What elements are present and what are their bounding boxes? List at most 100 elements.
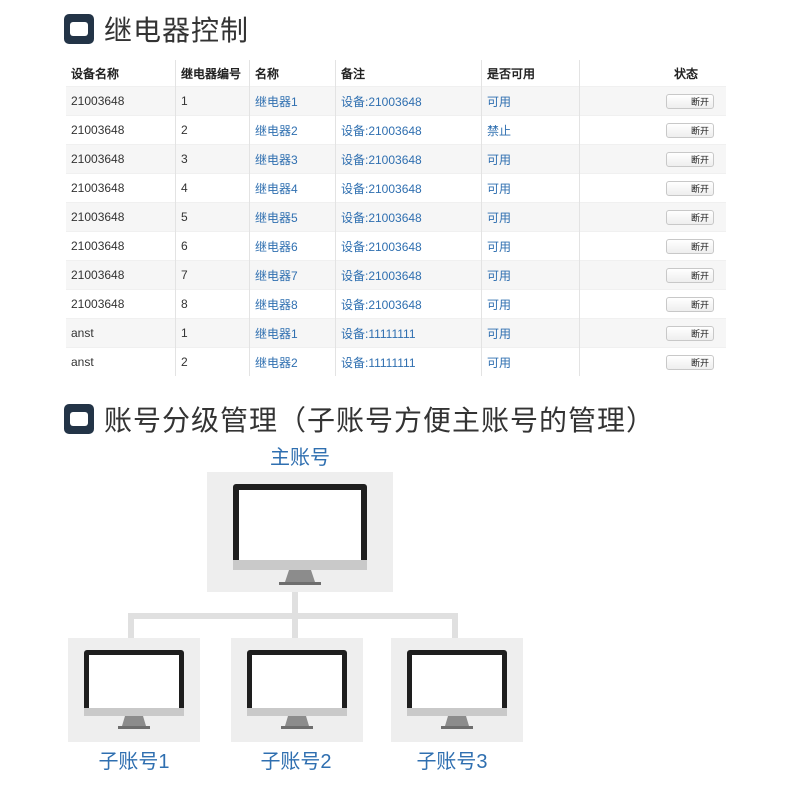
cell-available[interactable]: 可用 — [481, 231, 580, 261]
table-header-row: 设备名称 继电器编号 名称 备注 是否可用 状态 — [66, 60, 726, 87]
cell-device: 21003648 — [66, 86, 176, 116]
monitor-icon — [84, 650, 184, 729]
cell-remark[interactable]: 设备:21003648 — [335, 173, 482, 203]
cell-available[interactable]: 可用 — [481, 260, 580, 290]
cell-available[interactable]: 可用 — [481, 347, 580, 376]
column-header-status: 状态 — [673, 66, 698, 81]
cell-device: 21003648 — [66, 202, 176, 232]
cell-device: 21003648 — [66, 260, 176, 290]
cell-status: 断开 — [579, 202, 726, 232]
monitor-icon — [247, 650, 347, 729]
disconnect-button[interactable]: 断开 — [666, 151, 714, 167]
cell-available[interactable]: 可用 — [481, 289, 580, 319]
sub-account-label-2: 子账号2 — [260, 751, 332, 773]
cell-device: 21003648 — [66, 231, 176, 261]
cell-relay-name[interactable]: 继电器2 — [249, 347, 336, 376]
cell-relay-name[interactable]: 继电器4 — [249, 173, 336, 203]
cell-number: 1 — [175, 318, 250, 348]
sub-account-panel-3 — [391, 638, 523, 742]
account-section-heading: 账号分级管理（子账号方便主账号的管理） — [104, 405, 656, 436]
sub-account-label-3: 子账号3 — [416, 751, 488, 773]
disconnect-button[interactable]: 断开 — [666, 93, 714, 109]
table-row: anst 2 继电器2 设备:11111111 可用 断开 — [66, 347, 726, 376]
cell-remark[interactable]: 设备:11111111 — [335, 318, 482, 348]
disconnect-button[interactable]: 断开 — [666, 296, 714, 312]
cell-remark[interactable]: 设备:21003648 — [335, 86, 482, 116]
sub-account-panel-2 — [231, 638, 363, 742]
cell-number: 7 — [175, 260, 250, 290]
cell-device: 21003648 — [66, 144, 176, 174]
cell-number: 5 — [175, 202, 250, 232]
cell-relay-name[interactable]: 继电器8 — [249, 289, 336, 319]
cell-status: 断开 — [579, 347, 726, 376]
cell-number: 6 — [175, 231, 250, 261]
cell-relay-name[interactable]: 继电器3 — [249, 144, 336, 174]
cell-available[interactable]: 可用 — [481, 318, 580, 348]
folder-icon — [64, 14, 94, 44]
table-row: anst 1 继电器1 设备:11111111 可用 断开 — [66, 318, 726, 348]
cell-relay-name[interactable]: 继电器7 — [249, 260, 336, 290]
cell-number: 2 — [175, 347, 250, 376]
cell-remark[interactable]: 设备:11111111 — [335, 347, 482, 376]
column-header-name: 名称 — [249, 60, 336, 87]
cell-status: 断开 — [579, 231, 726, 261]
cell-available[interactable]: 可用 — [481, 173, 580, 203]
table-row: 21003648 1 继电器1 设备:21003648 可用 断开 — [66, 86, 726, 116]
cell-available[interactable]: 可用 — [481, 86, 580, 116]
monitor-icon — [407, 650, 507, 729]
column-header-number: 继电器编号 — [175, 60, 250, 87]
sub-account-label-1: 子账号1 — [98, 751, 170, 773]
cell-status: 断开 — [579, 115, 726, 145]
cell-remark[interactable]: 设备:21003648 — [335, 202, 482, 232]
cell-device: 21003648 — [66, 289, 176, 319]
cell-device: anst — [66, 318, 176, 348]
table-row: 21003648 5 继电器5 设备:21003648 可用 断开 — [66, 202, 726, 232]
monitor-icon — [233, 484, 367, 585]
table-row: 21003648 3 继电器3 设备:21003648 可用 断开 — [66, 144, 726, 174]
cell-available[interactable]: 可用 — [481, 144, 580, 174]
column-header-device: 设备名称 — [66, 60, 176, 87]
cell-remark[interactable]: 设备:21003648 — [335, 115, 482, 145]
disconnect-button[interactable]: 断开 — [666, 180, 714, 196]
cell-device: 21003648 — [66, 173, 176, 203]
cell-relay-name[interactable]: 继电器2 — [249, 115, 336, 145]
disconnect-button[interactable]: 断开 — [666, 325, 714, 341]
cell-number: 8 — [175, 289, 250, 319]
cell-relay-name[interactable]: 继电器6 — [249, 231, 336, 261]
account-section-title: 账号分级管理（子账号方便主账号的管理） — [64, 399, 655, 439]
cell-device: 21003648 — [66, 115, 176, 145]
cell-available[interactable]: 可用 — [481, 202, 580, 232]
table-row: 21003648 7 继电器7 设备:21003648 可用 断开 — [66, 260, 726, 290]
cell-number: 3 — [175, 144, 250, 174]
column-header-remark: 备注 — [335, 60, 482, 87]
cell-remark[interactable]: 设备:21003648 — [335, 144, 482, 174]
disconnect-button[interactable]: 断开 — [666, 209, 714, 225]
relay-section-heading: 继电器控制 — [104, 15, 250, 46]
cell-relay-name[interactable]: 继电器1 — [249, 318, 336, 348]
main-account-label: 主账号 — [270, 447, 330, 469]
cell-number: 2 — [175, 115, 250, 145]
cell-relay-name[interactable]: 继电器5 — [249, 202, 336, 232]
cell-relay-name[interactable]: 继电器1 — [249, 86, 336, 116]
connector-vertical-sub3 — [452, 613, 458, 638]
relay-section-title: 继电器控制 — [64, 9, 249, 49]
disconnect-button[interactable]: 断开 — [666, 267, 714, 283]
cell-device: anst — [66, 347, 176, 376]
cell-status: 断开 — [579, 144, 726, 174]
main-account-panel — [207, 472, 393, 592]
cell-status: 断开 — [579, 260, 726, 290]
cell-remark[interactable]: 设备:21003648 — [335, 231, 482, 261]
relay-table-body: 21003648 1 继电器1 设备:21003648 可用 断开 21003648 2 继电器… — [66, 86, 726, 376]
cell-available[interactable]: 禁止 — [481, 115, 580, 145]
disconnect-button[interactable]: 断开 — [666, 354, 714, 370]
cell-remark[interactable]: 设备:21003648 — [335, 260, 482, 290]
disconnect-button[interactable]: 断开 — [666, 238, 714, 254]
relay-table: 设备名称 继电器编号 名称 备注 是否可用 状态 21003648 1 继电器1 设备… — [66, 60, 726, 376]
connector-vertical-sub1 — [128, 613, 134, 638]
cell-number: 4 — [175, 173, 250, 203]
disconnect-button[interactable]: 断开 — [666, 122, 714, 138]
table-row: 21003648 4 继电器4 设备:21003648 可用 断开 — [66, 173, 726, 203]
cell-remark[interactable]: 设备:21003648 — [335, 289, 482, 319]
cell-status: 断开 — [579, 86, 726, 116]
folder-icon — [64, 404, 94, 434]
